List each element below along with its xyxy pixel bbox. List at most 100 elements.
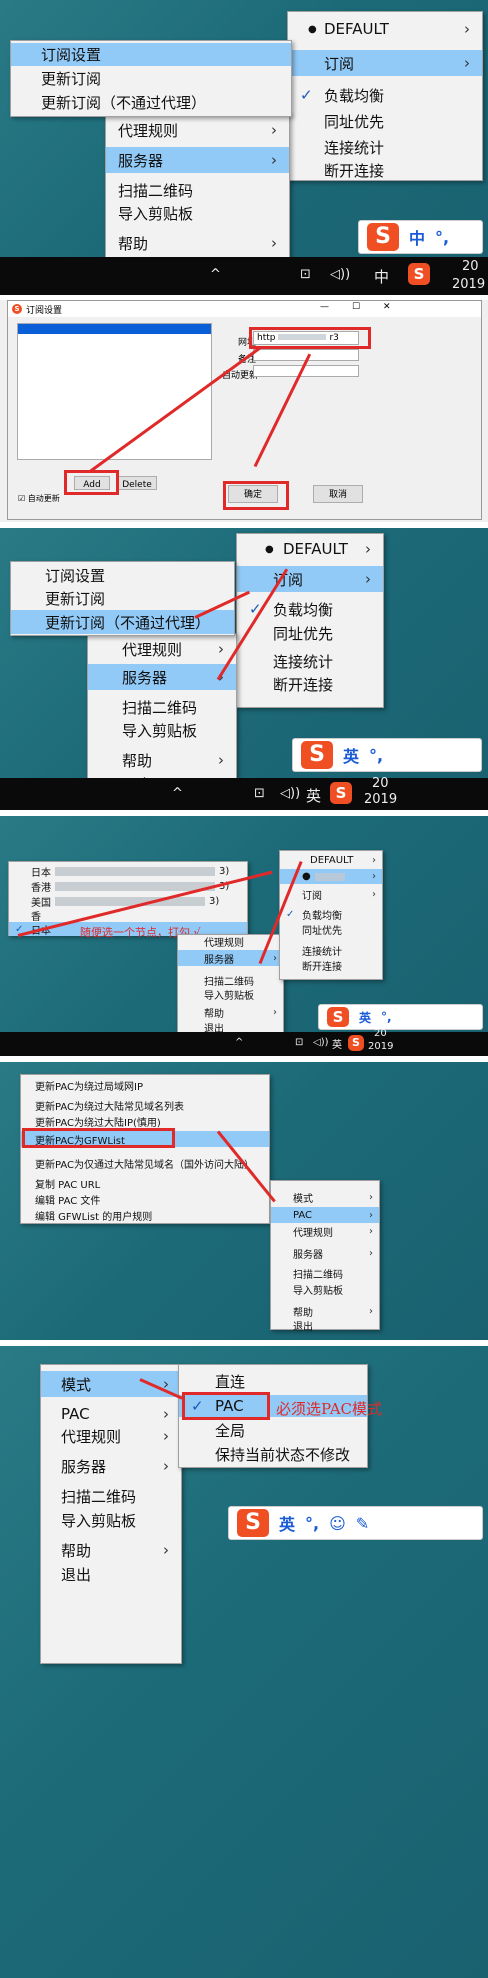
check-icon: ✓ xyxy=(286,909,295,920)
menu-item-global[interactable]: 全局 xyxy=(179,1419,367,1441)
menu-item-proxy-rules[interactable]: 代理规则 › xyxy=(106,117,289,143)
menu-item-copy-pac-url[interactable]: 复制 PAC URL xyxy=(21,1175,269,1191)
network-icon[interactable]: ⊡ xyxy=(295,1037,303,1048)
menu-item-same-host-first[interactable]: 同址优先 xyxy=(280,922,382,937)
cancel-button[interactable]: 取消 xyxy=(313,485,363,503)
minimize-icon[interactable]: — xyxy=(320,302,329,312)
server-node[interactable]: 日本 3) xyxy=(9,864,247,879)
menu-item-help[interactable]: 帮助 › xyxy=(178,1005,283,1020)
menu-item-exit[interactable]: 退出 xyxy=(271,1317,379,1333)
menu-item-default[interactable]: ● DEFAULT › xyxy=(237,536,383,562)
taskbar-lang[interactable]: 中 xyxy=(374,266,389,287)
close-icon[interactable]: ✕ xyxy=(383,302,391,312)
menu-item-subscription[interactable]: 订阅 › xyxy=(237,566,383,592)
volume-icon[interactable]: ◁)) xyxy=(330,267,350,282)
menu-item-servers[interactable]: 服务器› xyxy=(178,950,283,966)
menu-item-import-clipboard[interactable]: 导入剪贴板 xyxy=(41,1507,181,1533)
menu-item-subscription[interactable]: 订阅 › xyxy=(280,887,382,902)
window-title: 订阅设置 xyxy=(26,306,63,316)
ime-toolbar[interactable]: S 英 °, xyxy=(292,738,482,772)
menu-item-servers[interactable]: 服务器› xyxy=(41,1453,181,1479)
menu-item-proxy-rules[interactable]: 代理规则 › xyxy=(271,1223,379,1239)
menu-item-subscription-settings[interactable]: 订阅设置 xyxy=(11,564,234,586)
chevron-up-icon[interactable]: ^ xyxy=(172,786,183,801)
menu-item-scan-qr[interactable]: 扫描二维码 xyxy=(271,1265,379,1281)
menu-item-import-clipboard[interactable]: 导入剪贴板 xyxy=(106,200,289,226)
menu-item-same-host-first[interactable]: 同址优先 xyxy=(237,620,383,646)
chevron-up-icon[interactable]: ^ xyxy=(235,1037,243,1048)
ime-lang: 中 xyxy=(409,229,426,248)
clock-time: 20 xyxy=(372,776,389,791)
menu-item-proxy-rules[interactable]: 代理规则 › xyxy=(88,636,236,662)
network-icon[interactable]: ⊡ xyxy=(254,786,265,801)
volume-icon[interactable]: ◁)) xyxy=(280,786,300,801)
menu-item-help[interactable]: 帮助 › xyxy=(41,1537,181,1563)
menu-item-mode[interactable]: 模式 › xyxy=(271,1189,379,1205)
menu-item-help[interactable]: 帮助 › xyxy=(88,747,236,773)
menu-item-keep-state[interactable]: 保持当前状态不修改 xyxy=(179,1443,367,1465)
menu-item-load-balance[interactable]: ✓ 负载均衡 xyxy=(280,907,382,922)
menu-item-mode[interactable]: 模式 › xyxy=(41,1371,181,1397)
screenshot-panel-6: 模式 › PAC › 代理规则 › 服务器 › 扫描二维码 导入剪贴板 帮助 › 退出 直… xyxy=(0,1346,488,1978)
menu-item-proxy-rules[interactable]: 代理规则 › xyxy=(41,1423,181,1449)
menu-item-servers[interactable]: 服务器› xyxy=(88,664,236,690)
menu-item-disconnect[interactable]: 断开连接 xyxy=(280,958,382,973)
menu-item-same-host-first[interactable]: 同址优先 xyxy=(288,108,482,134)
taskbar-lang[interactable]: 英 xyxy=(332,1036,342,1051)
ime-punct: °, xyxy=(435,227,450,247)
list-item-selected[interactable] xyxy=(18,324,211,334)
clock-year: 2019 xyxy=(364,792,398,807)
menu-item-import-clipboard[interactable]: 导入剪贴板 xyxy=(271,1281,379,1297)
menu-item-edit-gfwlist-rules[interactable]: 编辑 GFWList 的用户规则 xyxy=(21,1207,269,1223)
ime-toolbar[interactable]: S 英 °, ☺ ✎ xyxy=(228,1506,483,1540)
menu-item-default[interactable]: ● DEFAULT › xyxy=(288,16,482,42)
menu-item-disconnect[interactable]: 断开连接 xyxy=(288,157,482,183)
menu-item-pac[interactable]: PAC › xyxy=(271,1207,379,1223)
menu-item-default[interactable]: DEFAULT › xyxy=(280,853,382,868)
auto-update-field[interactable] xyxy=(253,365,359,377)
auto-update-checkbox[interactable]: ☑ 自动更新 xyxy=(18,493,60,504)
chevron-up-icon[interactable]: ^ xyxy=(210,267,221,282)
menu-item-servers[interactable]: 服务器› xyxy=(271,1245,379,1261)
maximize-icon[interactable]: ☐ xyxy=(352,302,360,312)
taskbar: ^ ⊡ ◁)) 中 S 20 2019 xyxy=(0,257,488,295)
volume-icon[interactable]: ◁)) xyxy=(313,1037,329,1048)
menu-item-pac-cn-ip[interactable]: 更新PAC为绕过大陆IP(慎用) xyxy=(21,1113,269,1129)
menu-item-import-clipboard[interactable]: 导入剪贴板 xyxy=(88,717,236,743)
sogou-icon: S xyxy=(327,1007,349,1027)
menu-item-scan-qr[interactable]: 扫描二维码 xyxy=(41,1483,181,1509)
sogou-tray-icon[interactable]: S xyxy=(330,782,352,804)
emoji-icon[interactable]: ☺ xyxy=(329,1514,346,1533)
sogou-tray-icon[interactable]: S xyxy=(408,263,430,285)
menu-item-import-clipboard[interactable]: 导入剪贴板 xyxy=(178,987,283,1002)
menu-item-update-subscription[interactable]: 更新订阅 xyxy=(11,67,291,90)
menu-item-edit-pac[interactable]: 编辑 PAC 文件 xyxy=(21,1191,269,1207)
ime-toolbar[interactable]: S 中 °, xyxy=(358,220,483,254)
menu-item-pac-cn-domains[interactable]: 更新PAC为绕过大陆常见域名列表 xyxy=(21,1097,269,1113)
ime-toolbar[interactable]: S 英 °, xyxy=(318,1004,483,1030)
menu-item-subscription-settings[interactable]: 订阅设置 xyxy=(11,43,291,66)
ime-punct: °, xyxy=(305,1513,320,1533)
menu-item-help[interactable]: 帮助 › xyxy=(106,230,289,256)
taskbar-lang[interactable]: 英 xyxy=(306,785,321,806)
sogou-tray-icon[interactable]: S xyxy=(348,1035,364,1051)
highlight-url xyxy=(249,327,371,349)
server-node[interactable]: 香 xyxy=(9,908,247,923)
delete-button[interactable]: Delete xyxy=(117,476,157,490)
menu-item-scan-qr[interactable]: 扫描二维码 xyxy=(178,973,283,988)
menu-item-subscription[interactable]: 订阅 › xyxy=(288,50,482,76)
menu-item-pac-cn-only[interactable]: 更新PAC为仅通过大陆常见域名（国外访问大陆） xyxy=(21,1155,269,1171)
network-icon[interactable]: ⊡ xyxy=(300,267,311,282)
menu-item-load-balance[interactable]: ✓ 负载均衡 xyxy=(288,82,482,108)
menu-item-exit[interactable]: 退出 xyxy=(41,1561,181,1587)
pen-icon[interactable]: ✎ xyxy=(356,1514,369,1533)
menu-item-update-subscription[interactable]: 更新订阅 xyxy=(11,587,234,609)
subscription-list[interactable] xyxy=(17,323,212,460)
menu-item-servers[interactable]: 服务器› xyxy=(106,147,289,173)
menu-item-pac-lan[interactable]: 更新PAC为绕过局域网IP xyxy=(21,1077,269,1093)
menu-item-statistics[interactable]: 连接统计 xyxy=(280,943,382,958)
menu-item-direct[interactable]: 直连 xyxy=(179,1369,367,1393)
clock-time: 20 xyxy=(462,259,479,274)
menu-item-update-subscription-no-proxy[interactable]: 更新订阅（不通过代理） xyxy=(11,91,291,114)
menu-item-disconnect[interactable]: 断开连接 xyxy=(237,671,383,697)
